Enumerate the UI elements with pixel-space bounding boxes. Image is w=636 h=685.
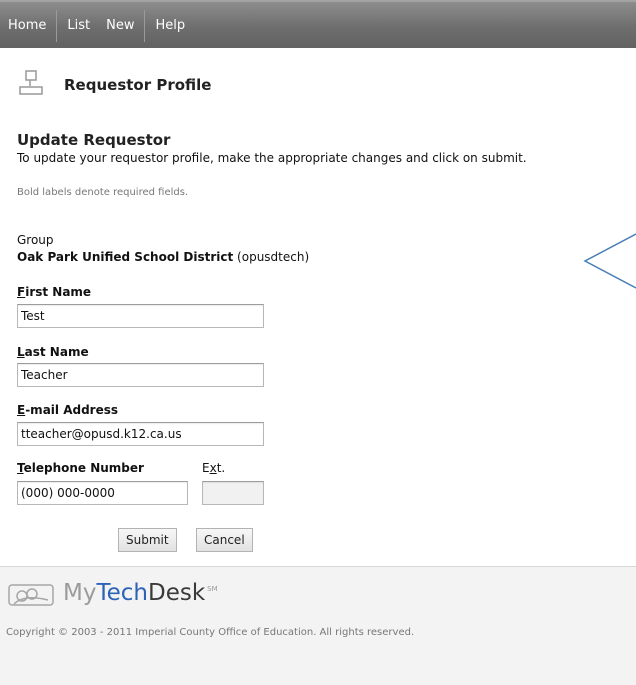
section-title: Update Requestor [17,131,171,149]
mytechdesk-logo-icon [8,584,54,606]
top-nav-bar: Home List New Help [0,0,636,48]
mytechdesk-logo: MyTechDesk SM [63,580,218,606]
ext-input[interactable] [202,481,264,505]
email-label: E-mail Address [17,403,118,417]
submit-button[interactable]: Submit [118,528,177,552]
first-name-input[interactable] [17,304,264,328]
telephone-input[interactable] [17,481,188,505]
nav-home[interactable]: Home [0,10,58,42]
group-code: (opusdtech) [237,250,310,264]
group-value: Oak Park Unified School District (opusdt… [17,250,309,264]
last-name-label: Last Name [17,345,89,359]
ext-label: Ext. [202,461,226,475]
copyright-text: Copyright © 2003 - 2011 Imperial County … [6,627,415,638]
group-label: Group [17,233,54,247]
group-name: Oak Park Unified School District [17,250,234,264]
first-name-label: First Name [17,285,92,299]
nav-help[interactable]: Help [145,10,195,42]
profile-icon [19,70,43,95]
instructions-text: To update your requestor profile, make t… [17,151,527,165]
main-nav: Home List New Help [0,10,195,42]
last-name-input[interactable] [17,363,264,387]
nav-list[interactable]: List [57,10,96,42]
email-input[interactable] [17,422,264,446]
cancel-button[interactable]: Cancel [196,528,253,552]
page-title: Requestor Profile [64,76,212,94]
required-fields-note: Bold labels denote required fields. [17,187,189,198]
telephone-label: Telephone Number [17,461,144,475]
callout-caret-icon [583,233,636,289]
nav-new[interactable]: New [96,10,146,42]
